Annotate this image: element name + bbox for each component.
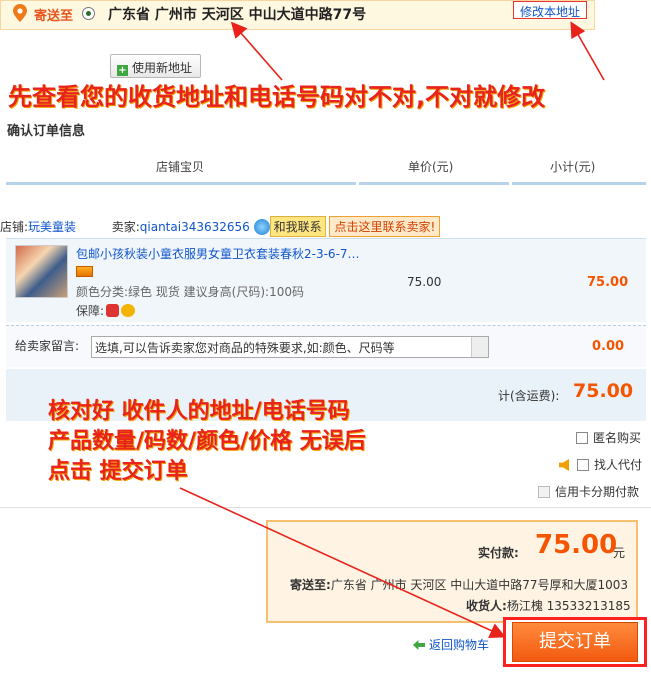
arrow-to-address xyxy=(230,21,283,81)
annotation-arrows xyxy=(179,21,605,638)
arrow-to-submit xyxy=(179,487,506,638)
arrow-to-edit-address xyxy=(570,21,605,81)
